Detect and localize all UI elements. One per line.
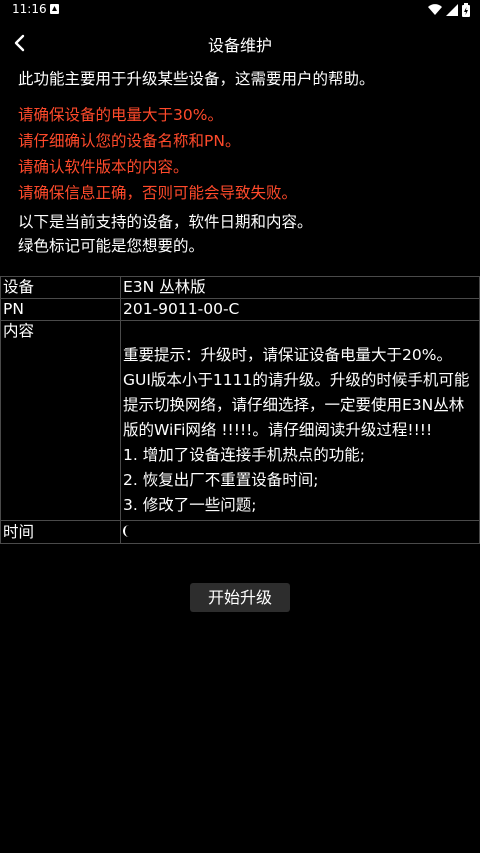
content-label: 内容 (0, 320, 121, 521)
warning-item: 请确保信息正确，否则可能会导致失败。 (18, 184, 298, 202)
table-row-content: 内容 重要提示：升级时，请保证设备电量大于20%。GUI版本小于1111的请升级… (0, 320, 480, 521)
content-value: 重要提示：升级时，请保证设备电量大于20%。GUI版本小于1111的请升级。升级… (120, 320, 480, 521)
content-line: 重要提示：升级时，请保证设备电量大于20%。GUI版本小于1111的请升级。升级… (123, 346, 470, 439)
warning-item: 请仔细确认您的设备名称和PN。 (18, 132, 241, 150)
warning-item: 请确保设备的电量大于30%。 (18, 106, 223, 124)
time-value-glyph (123, 525, 129, 537)
content-line: 2. 恢复出厂不重置设备时间; (123, 471, 319, 489)
device-label: 设备 (0, 276, 121, 299)
app-bar: 设备维护 (0, 24, 480, 62)
page-title: 设备维护 (207, 36, 272, 55)
time-value (120, 520, 480, 544)
pn-label: PN (0, 298, 121, 321)
device-info-table: 设备 E3N 丛林版 PN 201-9011-00-C 内容 重要提示：升级时，… (0, 276, 480, 544)
content-line: 3. 修改了一些问题; (123, 496, 257, 514)
start-upgrade-button[interactable]: 开始升级 (190, 583, 290, 612)
device-value: E3N 丛林版 (120, 276, 480, 299)
status-bar: 11:16 (0, 0, 480, 20)
table-row-pn: PN 201-9011-00-C (0, 298, 480, 321)
time-label: 时间 (0, 520, 121, 544)
pn-value: 201-9011-00-C (120, 298, 480, 321)
content-line: 1. 增加了设备连接手机热点的功能; (123, 446, 365, 464)
support-line: 以下是当前支持的设备，软件日期和内容。 (18, 213, 313, 231)
status-time: 11:16 (12, 2, 47, 16)
notification-icon (50, 4, 59, 14)
intro-text: 此功能主要用于升级某些设备，这需要用户的帮助。 (18, 70, 375, 88)
signal-icon (446, 4, 458, 16)
battery-icon (462, 3, 470, 17)
support-line: 绿色标记可能是您想要的。 (18, 237, 205, 255)
table-row-device: 设备 E3N 丛林版 (0, 276, 480, 299)
warning-item: 请确认软件版本的内容。 (18, 158, 189, 176)
status-icons (428, 3, 470, 17)
table-row-time: 时间 (0, 520, 480, 544)
warning-list: 请确保设备的电量大于30%。 请仔细确认您的设备名称和PN。 请确认软件版本的内… (18, 102, 468, 206)
support-text: 以下是当前支持的设备，软件日期和内容。 绿色标记可能是您想要的。 (18, 210, 468, 258)
wifi-icon (428, 4, 442, 16)
